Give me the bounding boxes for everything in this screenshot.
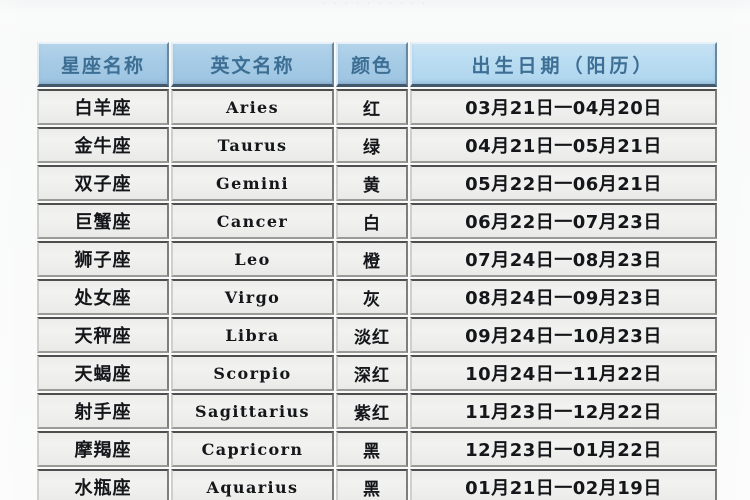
cell-color: 绿: [336, 127, 408, 163]
cell-color: 白: [336, 203, 408, 239]
cell-zodiac-name: 水瓶座: [37, 469, 169, 500]
table-row: 金牛座 Taurus 绿 04月21日一05月21日: [37, 127, 717, 163]
cell-birth-date: 09月24日一10月23日: [410, 317, 717, 353]
table-row: 狮子座 Leo 橙 07月24日一08月23日: [37, 241, 717, 277]
cell-birth-date: 04月21日一05月21日: [410, 127, 717, 163]
zodiac-table-page: · · · · · · · · · · 星座名称 英文名称 颜色 出生日期（阳历…: [0, 0, 750, 500]
top-cropped-text-remnant: · · · · · · · · · ·: [322, 0, 428, 10]
cell-zodiac-name: 处女座: [37, 279, 169, 315]
cell-zodiac-name: 射手座: [37, 393, 169, 429]
cell-zodiac-name: 巨蟹座: [37, 203, 169, 239]
table-row: 射手座 Sagittarius 紫红 11月23日一12月22日: [37, 393, 717, 429]
cell-english-name: Libra: [171, 317, 334, 353]
cell-english-name: Leo: [171, 241, 334, 277]
cell-color: 灰: [336, 279, 408, 315]
cell-english-name: Virgo: [171, 279, 334, 315]
cell-english-name: Sagittarius: [171, 393, 334, 429]
table-row: 天秤座 Libra 淡红 09月24日一10月23日: [37, 317, 717, 353]
cell-english-name: Aries: [171, 89, 334, 125]
table-header: 星座名称 英文名称 颜色 出生日期（阳历）: [37, 42, 717, 87]
cell-zodiac-name: 天蝎座: [37, 355, 169, 391]
table-row: 处女座 Virgo 灰 08月24日一09月23日: [37, 279, 717, 315]
header-row: 星座名称 英文名称 颜色 出生日期（阳历）: [37, 42, 717, 87]
cell-color: 橙: [336, 241, 408, 277]
cell-birth-date: 03月21日一04月20日: [410, 89, 717, 125]
cell-zodiac-name: 天秤座: [37, 317, 169, 353]
cell-birth-date: 05月22日一06月21日: [410, 165, 717, 201]
cell-color: 红: [336, 89, 408, 125]
cell-color: 黄: [336, 165, 408, 201]
table-row: 巨蟹座 Cancer 白 06月22日一07月23日: [37, 203, 717, 239]
zodiac-table-container: 星座名称 英文名称 颜色 出生日期（阳历） 白羊座 Aries 红 03月21日一04…: [35, 40, 719, 500]
table-row: 天蝎座 Scorpio 深红 10月24日一11月22日: [37, 355, 717, 391]
cell-english-name: Taurus: [171, 127, 334, 163]
cell-color: 黑: [336, 431, 408, 467]
cell-zodiac-name: 狮子座: [37, 241, 169, 277]
column-header-birth-date: 出生日期（阳历）: [410, 42, 717, 87]
cell-birth-date: 10月24日一11月22日: [410, 355, 717, 391]
table-row: 摩羯座 Capricorn 黑 12月23日一01月22日: [37, 431, 717, 467]
cell-english-name: Cancer: [171, 203, 334, 239]
column-header-color: 颜色: [336, 42, 408, 87]
cell-birth-date: 12月23日一01月22日: [410, 431, 717, 467]
cell-english-name: Capricorn: [171, 431, 334, 467]
table-row: 水瓶座 Aquarius 黑 01月21日一02月19日: [37, 469, 717, 500]
table-body: 白羊座 Aries 红 03月21日一04月20日 金牛座 Taurus 绿 04月21日一0…: [37, 89, 717, 500]
column-header-english-name: 英文名称: [171, 42, 334, 87]
cell-birth-date: 11月23日一12月22日: [410, 393, 717, 429]
table-row: 白羊座 Aries 红 03月21日一04月20日: [37, 89, 717, 125]
table-row: 双子座 Gemini 黄 05月22日一06月21日: [37, 165, 717, 201]
cell-color: 紫红: [336, 393, 408, 429]
cell-english-name: Aquarius: [171, 469, 334, 500]
cell-color: 黑: [336, 469, 408, 500]
column-header-name: 星座名称: [37, 42, 169, 87]
cell-birth-date: 06月22日一07月23日: [410, 203, 717, 239]
cell-zodiac-name: 金牛座: [37, 127, 169, 163]
cell-birth-date: 07月24日一08月23日: [410, 241, 717, 277]
cell-birth-date: 01月21日一02月19日: [410, 469, 717, 500]
cell-zodiac-name: 白羊座: [37, 89, 169, 125]
cell-zodiac-name: 双子座: [37, 165, 169, 201]
cell-birth-date: 08月24日一09月23日: [410, 279, 717, 315]
cell-color: 淡红: [336, 317, 408, 353]
cell-english-name: Gemini: [171, 165, 334, 201]
cell-english-name: Scorpio: [171, 355, 334, 391]
cell-color: 深红: [336, 355, 408, 391]
cell-zodiac-name: 摩羯座: [37, 431, 169, 467]
zodiac-table: 星座名称 英文名称 颜色 出生日期（阳历） 白羊座 Aries 红 03月21日一04…: [35, 40, 719, 500]
